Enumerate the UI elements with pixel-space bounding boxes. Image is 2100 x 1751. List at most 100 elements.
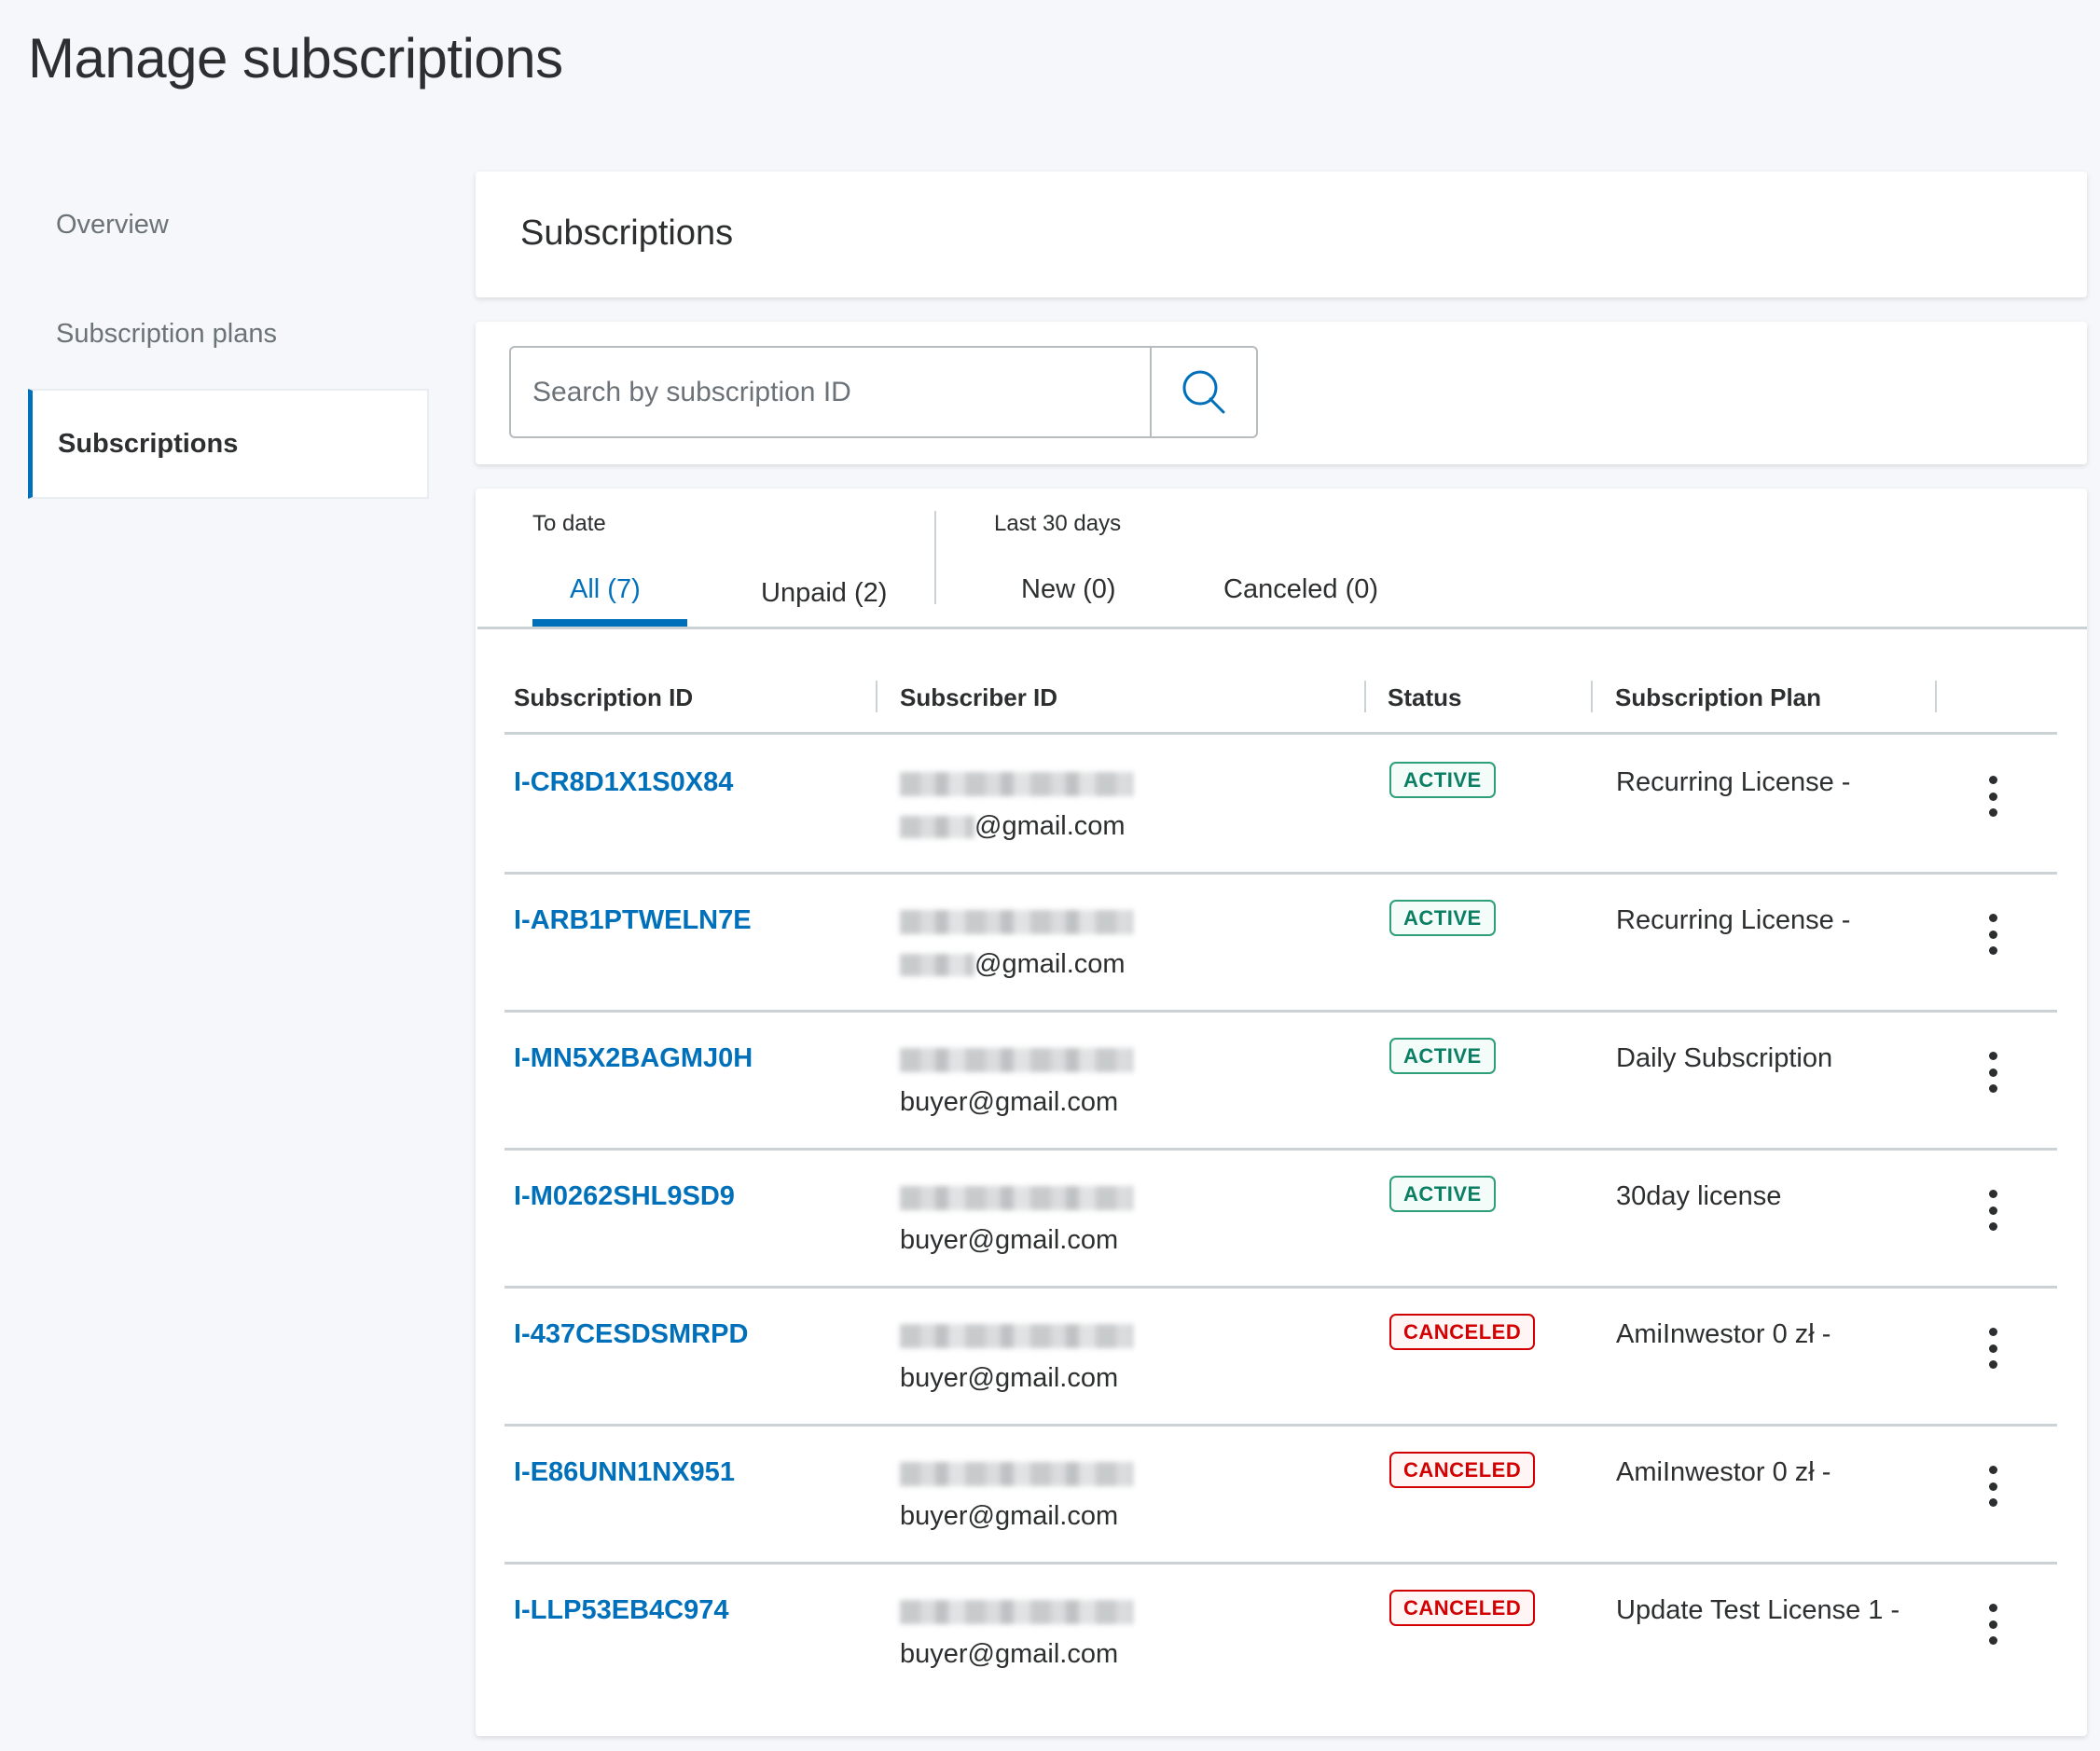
- active-tab-indicator: [532, 619, 687, 627]
- column-header-subscription-id[interactable]: Subscription ID: [514, 683, 693, 712]
- email-prefix-redacted: [900, 953, 974, 976]
- column-divider: [1364, 681, 1366, 712]
- more-vertical-icon: [1988, 914, 1997, 922]
- subscriber-email-text: buyer@gmail.com: [900, 1501, 1119, 1531]
- subscriber-name-redacted: [900, 1462, 1133, 1486]
- tab-group-label-to-date: To date: [532, 511, 606, 536]
- status-badge: CANCELED: [1389, 1452, 1536, 1488]
- status-badge: ACTIVE: [1389, 1176, 1496, 1212]
- row-actions-button[interactable]: [1979, 1052, 2007, 1093]
- tab-new[interactable]: New (0): [1021, 574, 1116, 605]
- subscriber-email: buyer@gmail.com: [900, 1501, 1118, 1532]
- subscriber-email: buyer@gmail.com: [900, 1225, 1118, 1256]
- status-cell: ACTIVE: [1389, 900, 1496, 936]
- tab-all[interactable]: All (7): [570, 574, 641, 605]
- subscription-id-link[interactable]: I-CR8D1X1S0X84: [514, 767, 733, 798]
- table-row: I-M0262SHL9SD9 buyer@gmail.com ACTIVE 30…: [476, 1149, 2087, 1289]
- search-card: [476, 322, 2087, 464]
- subscription-id-link[interactable]: I-437CESDSMRPD: [514, 1319, 748, 1350]
- sidebar-item-subscription-plans[interactable]: Subscription plans: [28, 319, 429, 350]
- search-button[interactable]: [1150, 348, 1256, 436]
- more-vertical-icon: [1988, 776, 1997, 784]
- more-vertical-icon: [1988, 1466, 1997, 1474]
- subscriber-email-text: buyer@gmail.com: [900, 1363, 1119, 1393]
- more-vertical-icon: [1988, 1052, 1997, 1060]
- subscription-plan: AmiInwestor 0 zł -: [1616, 1319, 1831, 1349]
- subscription-id-link[interactable]: I-ARB1PTWELN7E: [514, 905, 752, 936]
- row-actions-button[interactable]: [1979, 914, 2007, 955]
- row-actions-button[interactable]: [1979, 1328, 2007, 1369]
- subscriber-email-text: @gmail.com: [974, 949, 1126, 979]
- page-title: Manage subscriptions: [28, 27, 563, 90]
- subscriber-email: buyer@gmail.com: [900, 1087, 1118, 1118]
- status-badge: ACTIVE: [1389, 762, 1496, 798]
- subscription-plan: Recurring License -: [1616, 905, 1851, 935]
- sidebar-item-subscriptions[interactable]: Subscriptions: [28, 389, 429, 499]
- column-divider: [1591, 681, 1593, 712]
- subscription-plan: 30day license: [1616, 1181, 1782, 1211]
- row-actions-button[interactable]: [1979, 1604, 2007, 1645]
- column-divider: [876, 681, 877, 712]
- subscription-plan: AmiInwestor 0 zł -: [1616, 1457, 1831, 1487]
- status-cell: ACTIVE: [1389, 1038, 1496, 1074]
- status-badge: ACTIVE: [1389, 900, 1496, 936]
- subscription-id-link[interactable]: I-MN5X2BAGMJ0H: [514, 1043, 753, 1074]
- subscriber-email: buyer@gmail.com: [900, 1363, 1118, 1394]
- table-row: I-ARB1PTWELN7E @gmail.com ACTIVE Recurri…: [476, 873, 2087, 1013]
- status-badge: CANCELED: [1389, 1590, 1536, 1626]
- email-prefix-redacted: [900, 815, 974, 838]
- status-cell: ACTIVE: [1389, 762, 1496, 798]
- column-header-subscription-plan[interactable]: Subscription Plan: [1615, 683, 1821, 712]
- status-cell: CANCELED: [1389, 1452, 1536, 1488]
- subscription-id-link[interactable]: I-LLP53EB4C974: [514, 1595, 729, 1626]
- card-title: Subscriptions: [520, 214, 734, 253]
- subscriber-email: @gmail.com: [900, 811, 1126, 842]
- subscription-plan: Recurring License -: [1616, 767, 1851, 797]
- more-vertical-icon: [1988, 1604, 1997, 1612]
- tab-group-divider: [934, 511, 936, 604]
- subscriber-name-redacted: [900, 772, 1133, 796]
- more-vertical-icon: [1988, 1190, 1997, 1198]
- more-vertical-icon: [1988, 1328, 1997, 1336]
- subscriptions-table-card: To date All (7) Unpaid (2) Last 30 days …: [476, 489, 2087, 1736]
- subscriber-email-text: buyer@gmail.com: [900, 1225, 1119, 1255]
- table-row: I-MN5X2BAGMJ0H buyer@gmail.com ACTIVE Da…: [476, 1011, 2087, 1151]
- column-header-subscriber-id[interactable]: Subscriber ID: [900, 683, 1057, 712]
- subscription-plan: Daily Subscription: [1616, 1043, 1833, 1073]
- subscriber-name-redacted: [900, 1600, 1133, 1624]
- subscriber-name-redacted: [900, 1186, 1133, 1210]
- search-icon: [1182, 370, 1225, 413]
- status-cell: CANCELED: [1389, 1314, 1536, 1350]
- subscriber-name-redacted: [900, 1324, 1133, 1348]
- column-header-status[interactable]: Status: [1388, 683, 1461, 712]
- table-row: I-437CESDSMRPD buyer@gmail.com CANCELED …: [476, 1287, 2087, 1427]
- status-badge: CANCELED: [1389, 1314, 1536, 1350]
- subscriber-name-redacted: [900, 1048, 1133, 1072]
- row-actions-button[interactable]: [1979, 1190, 2007, 1231]
- tab-group-label-last-30-days: Last 30 days: [994, 511, 1122, 536]
- subscriber-email-text: buyer@gmail.com: [900, 1087, 1119, 1117]
- sidebar-item-label: Subscriptions: [58, 428, 239, 459]
- search-input[interactable]: [511, 348, 1150, 436]
- table-row: I-CR8D1X1S0X84 @gmail.com ACTIVE Recurri…: [476, 735, 2087, 875]
- subscriber-email: buyer@gmail.com: [900, 1639, 1118, 1670]
- subscriptions-header-card: Subscriptions: [476, 172, 2087, 297]
- subscriber-email-text: buyer@gmail.com: [900, 1639, 1119, 1669]
- table-row: I-LLP53EB4C974 buyer@gmail.com CANCELED …: [476, 1563, 2087, 1701]
- status-cell: ACTIVE: [1389, 1176, 1496, 1212]
- subscription-id-link[interactable]: I-M0262SHL9SD9: [514, 1181, 735, 1212]
- tab-canceled[interactable]: Canceled (0): [1223, 574, 1378, 605]
- tabs-divider: [477, 627, 2087, 629]
- search-field: [509, 346, 1258, 438]
- subscriber-email-text: @gmail.com: [974, 811, 1126, 841]
- row-actions-button[interactable]: [1979, 776, 2007, 817]
- subscription-plan: Update Test License 1 -: [1616, 1595, 1900, 1625]
- sidebar-item-overview[interactable]: Overview: [28, 210, 429, 241]
- status-badge: ACTIVE: [1389, 1038, 1496, 1074]
- subscriber-email: @gmail.com: [900, 949, 1126, 980]
- subscriber-name-redacted: [900, 910, 1133, 934]
- subscription-id-link[interactable]: I-E86UNN1NX951: [514, 1457, 735, 1488]
- table-row: I-E86UNN1NX951 buyer@gmail.com CANCELED …: [476, 1425, 2087, 1565]
- row-actions-button[interactable]: [1979, 1466, 2007, 1507]
- tab-unpaid[interactable]: Unpaid (2): [761, 578, 887, 609]
